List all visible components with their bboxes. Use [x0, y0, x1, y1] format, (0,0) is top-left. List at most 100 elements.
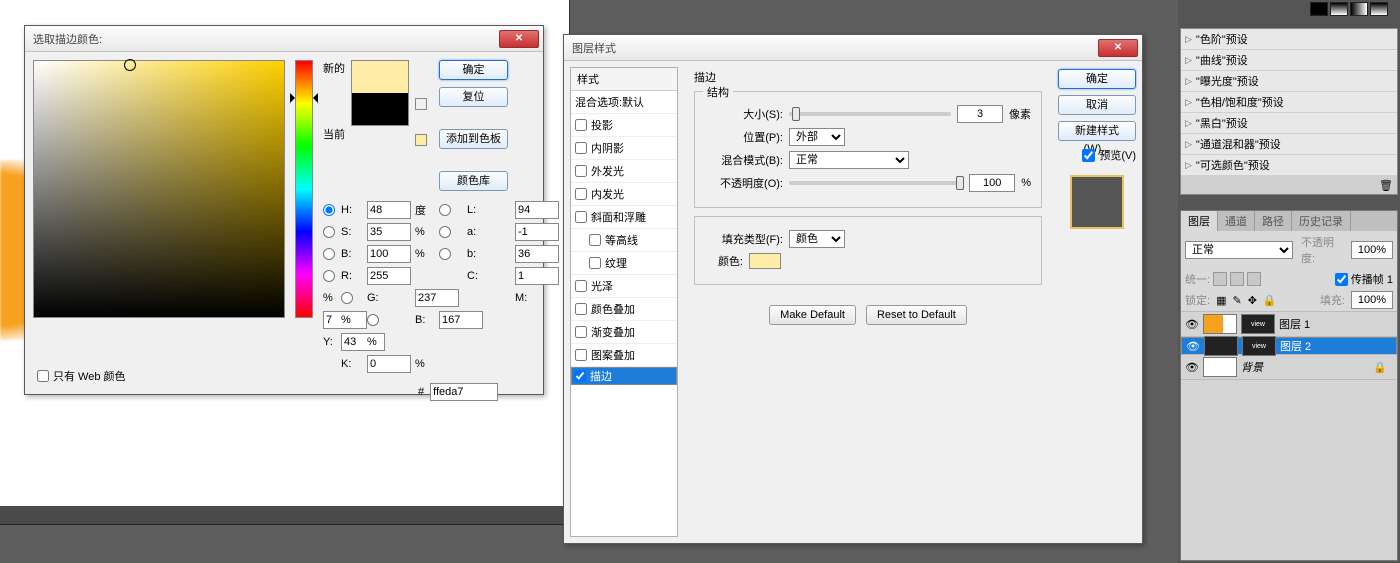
tab-layers[interactable]: 图层 — [1181, 211, 1218, 231]
swatch-icon[interactable] — [1350, 2, 1368, 16]
style-item[interactable]: 颜色叠加 — [571, 298, 677, 321]
style-checkbox[interactable] — [575, 349, 587, 361]
preset-row[interactable]: ▷"黑白"预设 — [1181, 113, 1397, 134]
style-checkbox[interactable] — [589, 257, 601, 269]
s-radio[interactable] — [323, 226, 335, 238]
style-checkbox[interactable] — [575, 165, 587, 177]
style-item[interactable]: 内发光 — [571, 183, 677, 206]
style-item[interactable]: 外发光 — [571, 160, 677, 183]
blend-mode-select[interactable]: 正常 — [789, 151, 909, 169]
style-item[interactable]: 渐变叠加 — [571, 321, 677, 344]
preset-row[interactable]: ▷"曲线"预设 — [1181, 50, 1397, 71]
style-item[interactable]: 混合选项:默认 — [571, 91, 677, 114]
visibility-icon[interactable]: 👁 — [1185, 361, 1199, 374]
h-input[interactable] — [367, 201, 411, 219]
style-item[interactable]: 纹理 — [571, 252, 677, 275]
layer-row[interactable]: 👁 view图层 1 — [1181, 312, 1397, 337]
swatch-icon[interactable] — [1330, 2, 1348, 16]
preset-row[interactable]: ▷"曝光度"预设 — [1181, 71, 1397, 92]
reset-default-button[interactable]: Reset to Default — [866, 305, 967, 325]
color-field[interactable] — [33, 60, 285, 318]
ok-button[interactable]: 确定 — [439, 60, 508, 80]
opacity-input[interactable] — [969, 174, 1015, 192]
layer-name[interactable]: 图层 2 — [1280, 338, 1311, 354]
stroke-color-swatch[interactable] — [749, 253, 781, 269]
layer-mask-thumbnail[interactable]: view — [1241, 314, 1275, 334]
style-checkbox[interactable] — [575, 280, 587, 292]
hex-input[interactable] — [430, 383, 498, 401]
gamut-warning-icon[interactable] — [415, 98, 427, 110]
labb-radio[interactable] — [439, 248, 451, 260]
lock-pixels-icon[interactable]: ✎ — [1232, 294, 1241, 307]
s-input[interactable] — [367, 223, 411, 241]
make-default-button[interactable]: Make Default — [769, 305, 856, 325]
h-radio[interactable] — [323, 204, 335, 216]
layer-opacity-input[interactable] — [1351, 241, 1393, 259]
new-style-button[interactable]: 新建样式(W)... — [1058, 121, 1136, 141]
ok-button[interactable]: 确定 — [1058, 69, 1136, 89]
style-checkbox[interactable] — [575, 119, 587, 131]
add-swatch-button[interactable]: 添加到色板 — [439, 129, 508, 149]
b-input[interactable] — [439, 311, 483, 329]
layer-thumbnail[interactable] — [1203, 357, 1237, 377]
b-radio[interactable] — [367, 314, 379, 326]
a-radio[interactable] — [439, 226, 451, 238]
layer-thumbnail[interactable] — [1204, 336, 1238, 356]
g-input[interactable] — [415, 289, 459, 307]
unify-style-icon[interactable] — [1247, 272, 1261, 286]
preset-row[interactable]: ▷"色阶"预设 — [1181, 29, 1397, 50]
style-item[interactable]: 等高线 — [571, 229, 677, 252]
style-checkbox[interactable] — [575, 188, 587, 200]
layer-style-titlebar[interactable]: 图层样式 — [564, 35, 1142, 61]
layer-row[interactable]: 👁背景🔒 — [1181, 355, 1397, 380]
swatch-icon[interactable] — [1310, 2, 1328, 16]
preset-row[interactable]: ▷"色相/饱和度"预设 — [1181, 92, 1397, 113]
k-input[interactable] — [367, 355, 411, 373]
web-only-checkbox[interactable] — [37, 370, 49, 382]
websafe-swatch-icon[interactable] — [415, 134, 427, 146]
reset-button[interactable]: 复位 — [439, 87, 508, 107]
r-radio[interactable] — [323, 270, 335, 282]
labb-input[interactable] — [515, 245, 559, 263]
bri-radio[interactable] — [323, 248, 335, 260]
style-item[interactable]: 光泽 — [571, 275, 677, 298]
color-libraries-button[interactable]: 颜色库 — [439, 171, 508, 191]
color-compare-swatch[interactable] — [351, 60, 409, 126]
style-checkbox[interactable] — [575, 211, 587, 223]
unify-visibility-icon[interactable] — [1230, 272, 1244, 286]
visibility-icon[interactable]: 👁 — [1186, 340, 1200, 353]
color-picker-titlebar[interactable]: 选取描边颜色: — [25, 26, 543, 52]
blend-mode-select[interactable]: 正常 — [1185, 241, 1293, 259]
layer-row[interactable]: 👁 view图层 2 — [1181, 337, 1397, 355]
style-checkbox[interactable] — [575, 303, 587, 315]
style-checkbox[interactable] — [575, 326, 587, 338]
size-slider[interactable] — [789, 112, 951, 116]
close-icon[interactable] — [1098, 39, 1138, 57]
style-item[interactable]: 图案叠加 — [571, 344, 677, 367]
bri-input[interactable] — [367, 245, 411, 263]
style-checkbox[interactable] — [575, 142, 587, 154]
tab-paths[interactable]: 路径 — [1255, 211, 1292, 231]
a-input[interactable] — [515, 223, 559, 241]
layer-mask-thumbnail[interactable]: view — [1242, 336, 1276, 356]
preset-row[interactable]: ▷"通道混和器"预设 — [1181, 134, 1397, 155]
l-input[interactable] — [515, 201, 559, 219]
style-checkbox[interactable] — [589, 234, 601, 246]
fill-input[interactable] — [1351, 291, 1393, 309]
lock-transparency-icon[interactable]: ▦ — [1216, 294, 1226, 307]
swatch-icon[interactable] — [1370, 2, 1388, 16]
unify-position-icon[interactable] — [1213, 272, 1227, 286]
lock-all-icon[interactable]: 🔒 — [1263, 294, 1277, 307]
style-item[interactable]: 斜面和浮雕 — [571, 206, 677, 229]
style-checkbox[interactable] — [574, 370, 586, 382]
layer-name[interactable]: 背景 — [1241, 359, 1263, 375]
cancel-button[interactable]: 取消 — [1058, 95, 1136, 115]
visibility-icon[interactable]: 👁 — [1185, 318, 1199, 331]
trash-icon[interactable]: 🗑 — [1379, 179, 1393, 192]
position-select[interactable]: 外部 — [789, 128, 845, 146]
r-input[interactable] — [367, 267, 411, 285]
opacity-slider[interactable] — [789, 181, 963, 185]
layer-thumbnail[interactable] — [1203, 314, 1237, 334]
layer-name[interactable]: 图层 1 — [1279, 316, 1310, 332]
style-item[interactable]: 描边 — [571, 367, 677, 385]
